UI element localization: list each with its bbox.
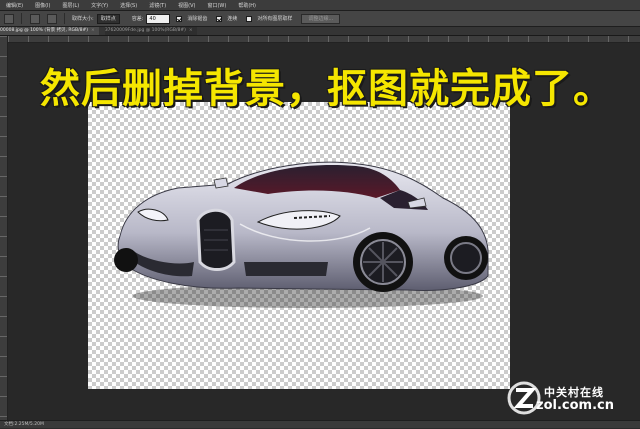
status-bar: 文档:2.25M/5.20M [0,420,640,428]
antialias-checkbox[interactable] [176,15,183,22]
document-size: 文档:2.25M/5.20M [4,422,44,427]
magic-wand-tool-icon[interactable] [4,13,14,24]
all-layers-label: 对所有图层取样 [257,16,293,22]
car-image [114,161,489,308]
horizontal-ruler[interactable] [8,36,640,43]
all-layers-checkbox[interactable] [246,15,253,22]
add-selection-icon[interactable] [47,13,57,24]
contiguous-checkbox[interactable] [216,15,223,22]
document-tab-bar: 00008.jpg @ 100% (背景 拷贝, RGB/8#) × 376200… [0,27,640,36]
menu-layer[interactable]: 图层(L) [56,2,85,9]
sample-size-select[interactable]: 取样点 [96,13,120,24]
menu-edit[interactable]: 编辑(E) [0,2,29,9]
refine-edge-button[interactable]: 调整边缘... [301,13,341,24]
divider [64,13,65,24]
menu-window[interactable]: 窗口(W) [201,2,232,9]
tutorial-caption: 然后删掉背景，抠图就完成了。 [40,66,614,112]
menu-type[interactable]: 文字(Y) [85,2,114,9]
menu-view[interactable]: 视图(V) [172,2,201,9]
sample-size-label: 取样大小: [72,16,94,22]
menu-select[interactable]: 选择(S) [114,2,143,9]
menu-help[interactable]: 帮助(H) [232,2,262,9]
close-icon[interactable]: × [91,28,95,33]
tab-label: 00008.jpg @ 100% (背景 拷贝, RGB/8#) [0,28,89,33]
menu-filter[interactable]: 滤镜(T) [143,2,172,9]
antialias-label: 消除锯齿 [187,16,208,22]
vertical-ruler[interactable] [0,36,8,420]
tolerance-input[interactable]: 40 [146,13,171,24]
document-tab[interactable]: 37620009Fde.jpg @ 100%(RGB/8#) × [104,27,197,35]
close-icon[interactable]: × [189,28,193,33]
menu-bar: 编辑(E) 图像(I) 图层(L) 文字(Y) 选择(S) 滤镜(T) 视图(V… [0,0,640,11]
options-bar: 取样大小: 取样点 容差: 40 消除锯齿 连续 对所有图层取样 调整边缘... [0,11,640,27]
contiguous-label: 连续 [227,16,238,22]
watermark-url: zol.com.cn [536,398,614,413]
new-selection-icon[interactable] [30,13,40,24]
menu-image[interactable]: 图像(I) [29,2,56,9]
document-tab-active[interactable]: 00008.jpg @ 100% (背景 拷贝, RGB/8#) × [0,27,99,35]
watermark: 中关村在线 zol.com.cn [506,378,636,418]
tab-label: 37620009Fde.jpg @ 100%(RGB/8#) [104,28,186,33]
divider [21,13,22,24]
tolerance-label: 容差: [131,16,144,22]
